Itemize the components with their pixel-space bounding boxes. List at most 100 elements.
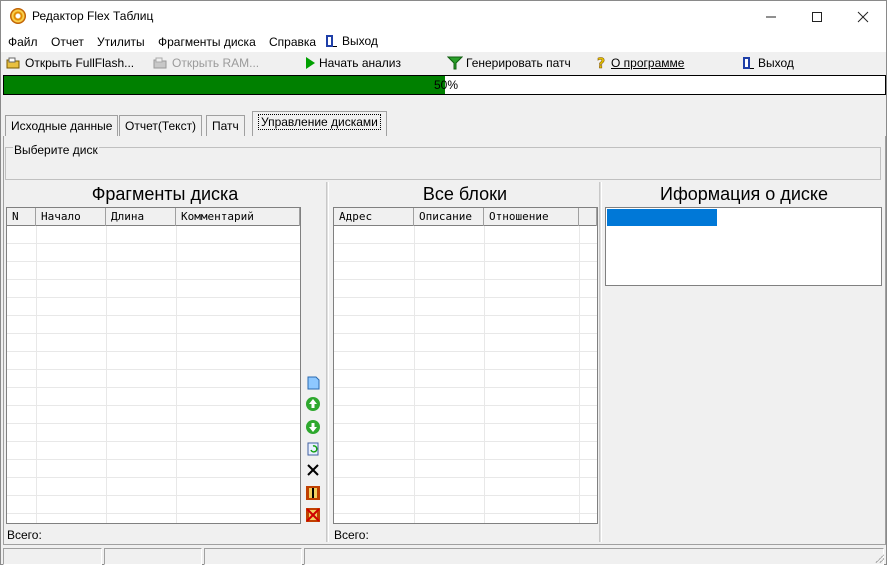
maximize-button[interactable]	[794, 1, 840, 32]
column-divider	[579, 226, 580, 523]
menu-help[interactable]: Справка	[269, 35, 316, 49]
menu-exit-label: Выход	[342, 34, 378, 48]
disk-info-selected-item[interactable]	[607, 209, 717, 226]
new-document-icon	[307, 376, 319, 389]
move-down-button[interactable]	[303, 417, 322, 436]
tab-disk-management[interactable]: Управление дисками	[252, 111, 387, 137]
fragments-title: Фрагменты диска	[91, 184, 239, 204]
close-icon	[857, 11, 869, 22]
open-ram-label: Открыть RAM...	[172, 56, 260, 70]
open-folder-icon	[6, 57, 20, 69]
table-save-icon	[305, 485, 320, 500]
tab-report-text[interactable]: Отчет(Текст)	[119, 115, 203, 137]
exit-button[interactable]: Выход	[741, 56, 794, 70]
minimize-icon	[766, 16, 776, 17]
tab-source-data[interactable]: Исходные данные	[5, 115, 119, 137]
status-bar	[1, 546, 886, 565]
progress-fill	[4, 76, 445, 94]
tab-label: Исходные данные	[11, 119, 113, 133]
window-title: Редактор Flex Таблиц	[32, 9, 154, 23]
table-clear-icon	[305, 507, 320, 522]
column-header-description[interactable]: Описание	[414, 208, 484, 226]
close-button[interactable]	[840, 1, 886, 32]
menu-exit[interactable]: Выход	[324, 34, 378, 48]
start-analysis-button[interactable]: Начать анализ	[304, 56, 401, 70]
generate-patch-label: Генерировать патч	[466, 56, 571, 70]
blocks-total: Всего:	[334, 528, 369, 542]
disk-select-group	[5, 147, 881, 180]
status-panel-4	[304, 548, 884, 565]
column-divider	[106, 226, 107, 523]
splitter-left[interactable]	[326, 182, 329, 542]
about-label: О программе	[611, 56, 685, 70]
menu-utilities[interactable]: Утилиты	[97, 35, 145, 49]
arrow-up-icon	[305, 396, 320, 411]
progress-text: 50%	[434, 78, 459, 92]
generate-patch-button[interactable]: Генерировать патч	[447, 56, 571, 70]
blocks-rows	[334, 226, 597, 523]
status-panel-3	[204, 548, 302, 565]
splitter-right[interactable]	[599, 182, 602, 542]
delete-x-icon	[306, 463, 319, 476]
tab-label: Управление дисками	[258, 114, 381, 130]
column-header-address[interactable]: Адрес	[334, 208, 414, 226]
open-fullflash-button[interactable]: Открыть FullFlash...	[6, 56, 134, 70]
fragments-header: N Начало Длина Комментарий	[7, 208, 300, 226]
column-header-relation[interactable]: Отношение	[484, 208, 579, 226]
status-panel-2	[104, 548, 202, 565]
disk-info-list[interactable]	[605, 207, 882, 286]
svg-text:?: ?	[597, 56, 605, 70]
exit-door-icon	[743, 57, 754, 69]
save-table-button[interactable]	[303, 483, 322, 502]
disk-info-title: Иформация о диске	[660, 184, 828, 204]
open-ram-button[interactable]: Открыть RAM...	[153, 56, 259, 70]
help-icon: ?	[597, 56, 606, 70]
status-panel-1	[3, 548, 102, 565]
new-fragment-button[interactable]	[303, 373, 322, 392]
resize-grip[interactable]	[874, 553, 884, 563]
delete-button[interactable]	[303, 460, 322, 479]
fragments-table[interactable]: N Начало Длина Комментарий	[6, 207, 301, 524]
move-up-button[interactable]	[303, 394, 322, 413]
main-window: Редактор Flex Таблиц Файл Отчет Утилиты …	[0, 0, 887, 565]
blocks-title: Все блоки	[422, 184, 508, 204]
menu-report[interactable]: Отчет	[51, 35, 84, 49]
clear-table-button[interactable]	[303, 505, 322, 524]
tab-label: Патч	[212, 119, 239, 133]
blocks-table[interactable]: Адрес Описание Отношение	[333, 207, 598, 524]
refresh-button[interactable]	[303, 439, 322, 458]
column-divider	[176, 226, 177, 523]
open-folder-icon	[153, 57, 167, 69]
exit-door-icon	[326, 35, 337, 47]
progress-bar: 50%	[3, 75, 886, 95]
app-icon	[10, 8, 26, 24]
disk-select-label: Выберите диск	[13, 143, 99, 157]
toolbar: Открыть FullFlash... Открыть RAM... Нача…	[1, 53, 886, 74]
fragments-total: Всего:	[7, 528, 42, 542]
about-button[interactable]: ? О программе	[596, 56, 685, 70]
column-header-start[interactable]: Начало	[36, 208, 106, 226]
tab-strip: Исходные данные Отчет(Текст) Патч Управл…	[1, 111, 886, 137]
menu-file[interactable]: Файл	[8, 35, 38, 49]
column-divider	[484, 226, 485, 523]
menu-disk-fragments[interactable]: Фрагменты диска	[158, 35, 256, 49]
title-bar: Редактор Flex Таблиц	[1, 1, 886, 32]
column-header-extra	[579, 208, 597, 226]
blocks-header: Адрес Описание Отношение	[334, 208, 597, 226]
funnel-icon	[447, 56, 463, 70]
menu-bar: Файл Отчет Утилиты Фрагменты диска Справ…	[1, 32, 886, 52]
fragments-rows	[7, 226, 300, 523]
refresh-icon	[307, 442, 318, 455]
column-header-comment[interactable]: Комментарий	[176, 208, 300, 226]
column-header-length[interactable]: Длина	[106, 208, 176, 226]
exit-label: Выход	[758, 56, 794, 70]
column-header-n[interactable]: N	[7, 208, 36, 226]
open-fullflash-label: Открыть FullFlash...	[25, 56, 135, 70]
column-divider	[36, 226, 37, 523]
tab-patch[interactable]: Патч	[206, 115, 245, 137]
minimize-button[interactable]	[748, 1, 794, 32]
maximize-icon	[812, 11, 822, 22]
start-analysis-label: Начать анализ	[319, 56, 402, 70]
tab-label: Отчет(Текст)	[125, 119, 197, 133]
column-divider	[414, 226, 415, 523]
